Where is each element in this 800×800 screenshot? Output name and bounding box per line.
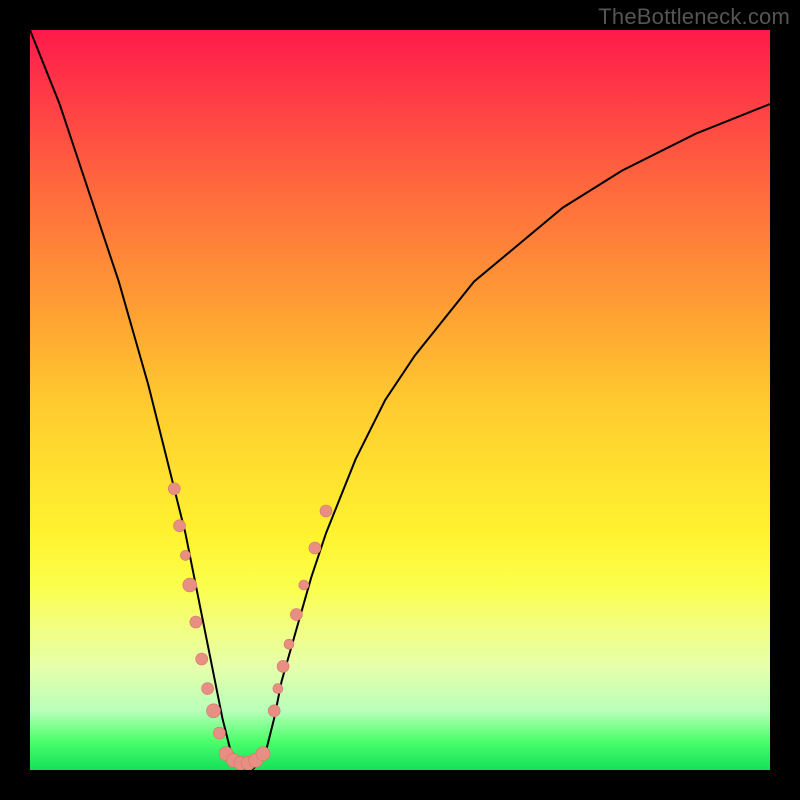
data-dot — [202, 683, 214, 695]
data-dot — [268, 705, 280, 717]
chart-svg — [30, 30, 770, 770]
bottleneck-curve — [30, 30, 770, 770]
data-dot — [183, 578, 197, 592]
data-dot — [256, 747, 270, 761]
data-dot — [207, 704, 221, 718]
data-dot — [213, 727, 225, 739]
plot-area — [30, 30, 770, 770]
data-dot — [284, 639, 294, 649]
data-dot — [174, 520, 186, 532]
data-dot — [273, 684, 283, 694]
data-dot — [196, 653, 208, 665]
data-dot — [299, 580, 309, 590]
watermark-text: TheBottleneck.com — [598, 4, 790, 30]
data-dot — [190, 616, 202, 628]
chart-frame: TheBottleneck.com — [0, 0, 800, 800]
data-dot — [180, 550, 190, 560]
data-dot — [277, 660, 289, 672]
data-dot — [320, 505, 332, 517]
data-dot — [168, 483, 180, 495]
data-dot — [290, 609, 302, 621]
data-dot — [309, 542, 321, 554]
data-dots — [168, 483, 332, 770]
